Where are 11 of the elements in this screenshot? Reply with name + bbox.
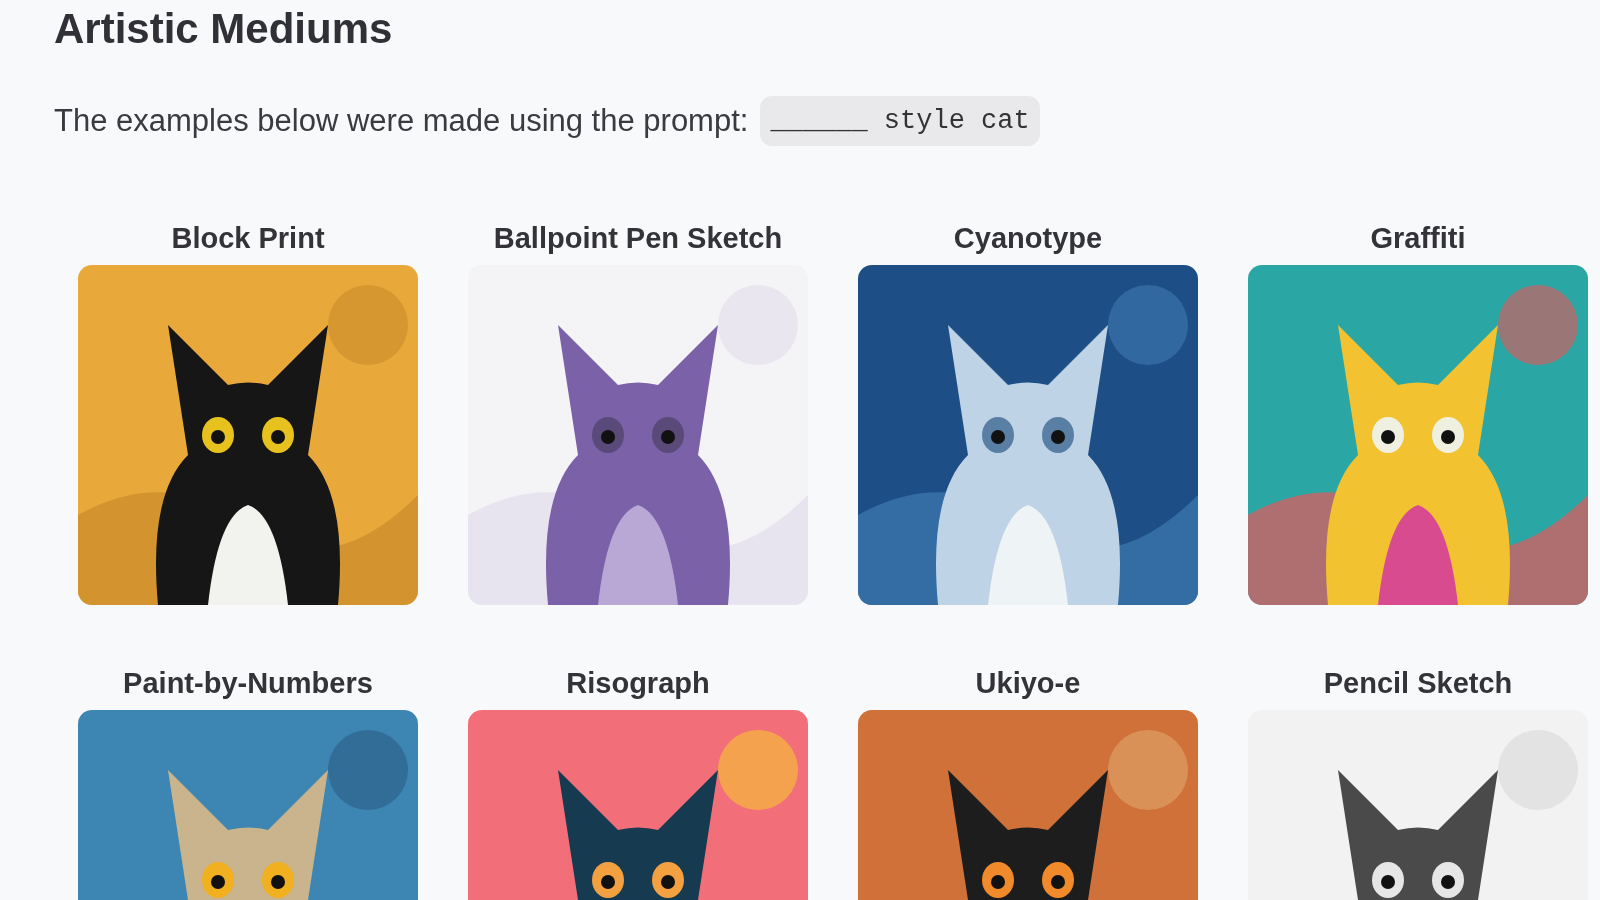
example-label: Cyanotype [953,222,1103,255]
example-label: Risograph [566,667,710,700]
example-label: Pencil Sketch [1323,667,1513,700]
example-label: Graffiti [1370,222,1466,255]
example-label: Paint-by-Numbers [123,667,373,700]
prompt-code: ______ style cat [760,96,1040,146]
example-label: Block Print [171,222,325,255]
example-label: Ukiyo-e [975,667,1081,700]
intro-text: The examples below were made using the prompt: [54,103,749,139]
example-label: Ballpoint Pen Sketch [493,222,783,255]
page-title: Artistic Mediums [54,4,394,54]
